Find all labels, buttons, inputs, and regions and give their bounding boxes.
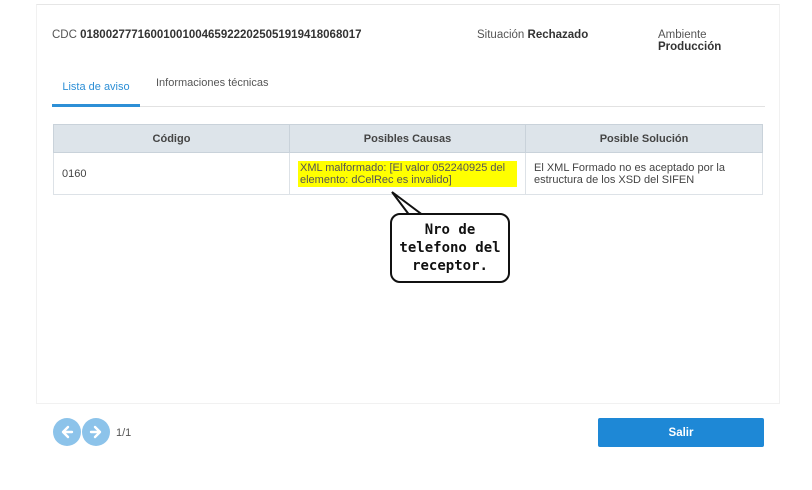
previous-page-button[interactable]	[53, 418, 81, 446]
situacion-info: Situación Rechazado	[477, 29, 588, 41]
arrow-left-icon	[61, 425, 74, 439]
avisos-table: Código Posibles Causas Posible Solución …	[53, 124, 763, 195]
column-header-solucion[interactable]: Posible Solución	[525, 124, 763, 153]
cdc-info: CDC 018002777160010010046592220250519194…	[52, 29, 362, 41]
callout-line-1: Nro de	[424, 222, 476, 238]
column-header-causas[interactable]: Posibles Causas	[289, 124, 526, 153]
callout-line-2: telefono del	[399, 240, 501, 256]
ambiente-info: Ambiente Producción	[658, 29, 721, 53]
tab-bar: Lista de aviso Informaciones técnicas	[52, 74, 765, 107]
ambiente-label: Ambiente	[658, 29, 707, 41]
next-page-button[interactable]	[82, 418, 110, 446]
cdc-value: 0180027771600100100465922202505191941806…	[80, 29, 362, 41]
ambiente-value: Producción	[658, 41, 722, 53]
callout-line-3: receptor.	[412, 258, 488, 274]
cell-codigo: 0160	[53, 152, 290, 195]
situacion-value: Rechazado	[527, 29, 589, 41]
table-header-row: Código Posibles Causas Posible Solución	[53, 124, 763, 153]
highlighted-causa-text: XML malformado: [El valor 052240925 del …	[298, 160, 517, 187]
tab-lista-de-aviso[interactable]: Lista de aviso	[52, 74, 140, 107]
annotation-callout: Nro de telefono del receptor.	[390, 213, 510, 283]
situacion-label: Situación	[477, 29, 525, 41]
salir-button[interactable]: Salir	[598, 418, 764, 447]
cell-solucion: El XML Formado no es aceptado por la est…	[525, 152, 763, 195]
column-header-codigo[interactable]: Código	[53, 124, 290, 153]
cdc-label: CDC	[52, 29, 77, 41]
page-indicator: 1/1	[116, 427, 132, 439]
tab-informaciones-tecnicas[interactable]: Informaciones técnicas	[156, 74, 269, 107]
arrow-right-icon	[89, 425, 102, 439]
